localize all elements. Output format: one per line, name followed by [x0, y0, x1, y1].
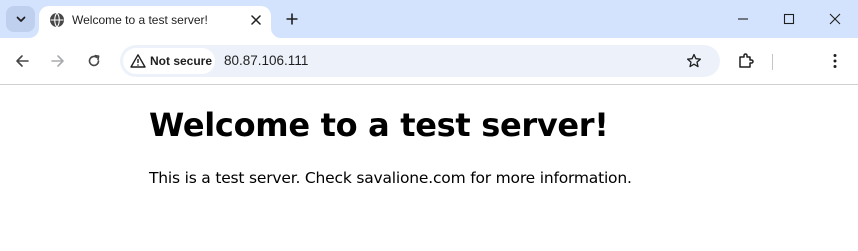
tab-title: Welcome to a test server!: [72, 13, 208, 27]
page-paragraph: This is a test server. Check savalione.c…: [149, 169, 632, 187]
maximize-button[interactable]: [766, 4, 812, 34]
toolbar-separator: [772, 54, 773, 70]
forward-arrow-icon: [51, 55, 64, 67]
page-heading: Welcome to a test server!: [149, 106, 609, 144]
security-label: Not secure: [150, 54, 213, 68]
reload-button[interactable]: [81, 48, 107, 74]
tab-close-button[interactable]: [247, 11, 265, 29]
kebab-menu-icon: [833, 54, 837, 68]
maximize-icon: [783, 13, 795, 25]
minimize-button[interactable]: [720, 4, 766, 34]
star-icon: [686, 53, 702, 68]
back-button[interactable]: [9, 48, 35, 74]
browser-toolbar: Not secure 80.87.106.111: [0, 38, 858, 85]
window-close-button[interactable]: [812, 4, 858, 34]
tab-search-icon: [16, 16, 25, 22]
window-close-icon: [829, 13, 841, 25]
plus-icon: [286, 13, 298, 25]
url-text[interactable]: 80.87.106.111: [224, 53, 308, 68]
site-info-chip[interactable]: Not secure: [123, 48, 215, 74]
warning-icon: [130, 54, 146, 68]
address-bar[interactable]: Not secure 80.87.106.111: [120, 45, 720, 77]
extensions-button[interactable]: [733, 48, 759, 74]
back-arrow-icon: [16, 55, 29, 67]
reload-icon: [88, 54, 100, 67]
minimize-icon: [738, 18, 748, 20]
page-content: Welcome to a test server! This is a test…: [0, 86, 858, 251]
forward-button[interactable]: [45, 48, 71, 74]
bookmark-button[interactable]: [684, 51, 704, 71]
extensions-icon: [739, 53, 754, 68]
browser-menu-button[interactable]: [822, 48, 848, 74]
tab-strip: Welcome to a test server!: [0, 0, 858, 38]
close-icon: [251, 15, 261, 25]
new-tab-button[interactable]: [281, 8, 303, 30]
globe-icon: [50, 12, 64, 28]
active-tab[interactable]: Welcome to a test server!: [39, 6, 271, 38]
